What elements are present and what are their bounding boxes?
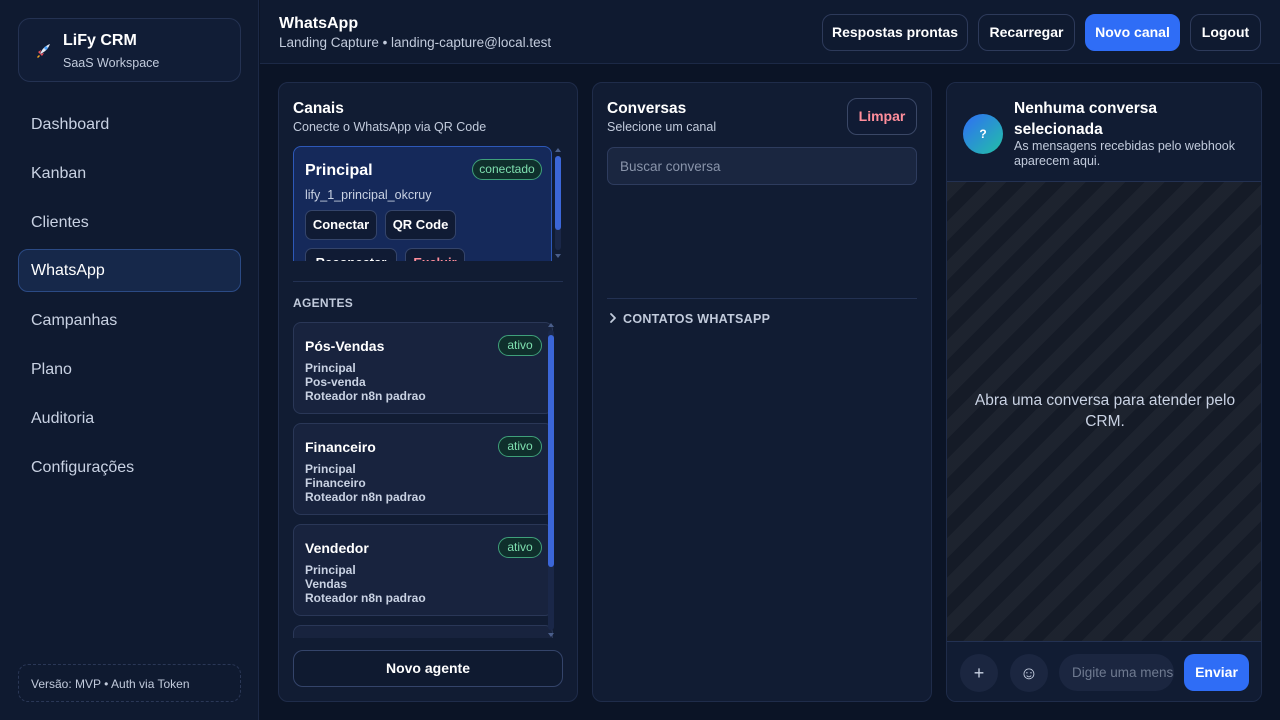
scroll-down-icon[interactable] xyxy=(555,254,561,258)
agent-list: Pós-Vendas ativo Principal Pos-venda Rot… xyxy=(293,322,555,638)
sidebar-item-clientes[interactable]: Clientes xyxy=(18,201,241,244)
scroll-down-icon[interactable] xyxy=(548,633,554,637)
status-badge: ativo xyxy=(498,335,542,356)
agent-department: Financeiro xyxy=(305,476,366,490)
sidebar-item-plano[interactable]: Plano xyxy=(18,348,241,391)
reconnect-button[interactable]: Reconectar xyxy=(305,248,397,261)
message-input[interactable] xyxy=(1059,654,1174,691)
send-button[interactable]: Enviar xyxy=(1184,654,1249,691)
agent-channel: Principal xyxy=(305,462,356,476)
agent-card[interactable]: Vendedor ativo Principal Vendas Roteador… xyxy=(293,524,553,616)
scroll-up-icon[interactable] xyxy=(555,148,561,152)
chat-body: Abra uma conversa para atender pelo CRM. xyxy=(947,182,1261,641)
brand-title: LiFy CRM xyxy=(63,32,137,49)
sidebar-item-configuracoes[interactable]: Configurações xyxy=(18,446,241,489)
agent-scrollbar[interactable] xyxy=(548,330,554,630)
page-subtitle: Landing Capture • landing-capture@local.… xyxy=(279,35,552,50)
sidebar-item-campanhas[interactable]: Campanhas xyxy=(18,299,241,342)
channel-id: lify_1_principal_okcruy xyxy=(305,188,432,202)
connect-button[interactable]: Conectar xyxy=(305,210,377,240)
conversations-title: Conversas xyxy=(607,100,687,117)
sidebar: LiFy CRM SaaS Workspace Dashboard Kanban… xyxy=(0,0,259,720)
status-badge: ativo xyxy=(498,537,542,558)
chat-subtitle: As mensagens recebidas pelo webhook apar… xyxy=(1014,139,1235,168)
quick-replies-button[interactable]: Respostas prontas xyxy=(822,14,968,51)
logout-button[interactable]: Logout xyxy=(1190,14,1261,51)
channels-title: Canais xyxy=(293,100,344,117)
agent-card[interactable]: Financeiro ativo Principal Financeiro Ro… xyxy=(293,423,553,515)
agent-department: Pos-venda xyxy=(305,375,366,389)
chat-composer: + ☺ Enviar xyxy=(947,641,1261,701)
agent-router: Roteador n8n padrao xyxy=(305,490,426,504)
conversations-panel: Conversas Selecione um canal Limpar CONT… xyxy=(592,82,932,702)
conversations-subtitle: Selecione um canal xyxy=(607,120,717,134)
scrollbar-thumb[interactable] xyxy=(555,156,561,230)
rocket-icon xyxy=(37,44,50,58)
version-info: Versão: MVP • Auth via Token xyxy=(18,664,241,702)
channel-scrollbar[interactable] xyxy=(555,156,561,250)
agent-router: Roteador n8n padrao xyxy=(305,591,426,605)
agent-channel: Principal xyxy=(305,361,356,375)
page-title: WhatsApp xyxy=(279,15,359,32)
agent-name: Financeiro xyxy=(305,439,376,455)
scroll-up-icon[interactable] xyxy=(548,323,554,327)
avatar: ? xyxy=(963,114,1003,154)
page-header: WhatsApp Landing Capture • landing-captu… xyxy=(260,0,1280,64)
agents-label: AGENTES xyxy=(293,296,354,310)
delete-button[interactable]: Excluir xyxy=(405,248,465,261)
agent-router: Roteador n8n padrao xyxy=(305,389,426,403)
chat-panel: ? Nenhuma conversa selecionada As mensag… xyxy=(946,82,1262,702)
channels-subtitle: Conecte o WhatsApp via QR Code xyxy=(293,120,487,134)
channels-panel: Canais Conecte o WhatsApp via QR Code Pr… xyxy=(278,82,578,702)
sidebar-item-auditoria[interactable]: Auditoria xyxy=(18,397,241,440)
sidebar-item-whatsapp[interactable]: WhatsApp xyxy=(18,249,241,292)
search-input[interactable] xyxy=(607,147,917,185)
channel-name: Principal xyxy=(305,162,373,179)
status-badge: ativo xyxy=(498,436,542,457)
sidebar-item-dashboard[interactable]: Dashboard xyxy=(18,103,241,146)
emoji-icon[interactable]: ☺ xyxy=(1010,654,1048,692)
agent-name: Pós-Vendas xyxy=(305,338,385,354)
sidebar-item-kanban[interactable]: Kanban xyxy=(18,152,241,195)
reload-button[interactable]: Recarregar xyxy=(978,14,1075,51)
qr-code-button[interactable]: QR Code xyxy=(385,210,456,240)
scrollbar-thumb[interactable] xyxy=(548,335,554,567)
brand-subtitle: SaaS Workspace xyxy=(63,56,160,70)
status-badge: conectado xyxy=(472,159,542,180)
channel-card[interactable]: Principal conectado lify_1_principal_okc… xyxy=(293,146,552,261)
agent-card[interactable] xyxy=(293,625,553,638)
contacts-toggle[interactable]: CONTATOS WHATSAPP xyxy=(607,312,770,328)
new-channel-button[interactable]: Novo canal xyxy=(1085,14,1180,51)
agent-card[interactable]: Pós-Vendas ativo Principal Pos-venda Rot… xyxy=(293,322,553,414)
channel-list: Principal conectado lify_1_principal_okc… xyxy=(293,146,563,261)
attach-icon[interactable]: + xyxy=(960,654,998,692)
new-agent-button[interactable]: Novo agente xyxy=(293,650,563,687)
agent-name: Vendedor xyxy=(305,540,369,556)
chevron-right-icon xyxy=(610,313,616,323)
contacts-label: CONTATOS WHATSAPP xyxy=(623,312,771,326)
empty-state-message: Abra uma conversa para atender pelo CRM. xyxy=(974,392,1236,430)
agent-channel: Principal xyxy=(305,563,356,577)
divider xyxy=(293,281,563,282)
clear-button[interactable]: Limpar xyxy=(847,98,917,135)
brand[interactable]: LiFy CRM SaaS Workspace xyxy=(18,18,241,82)
agent-department: Vendas xyxy=(305,577,348,591)
divider xyxy=(607,298,917,299)
chat-title: Nenhuma conversa selecionada xyxy=(1014,100,1157,138)
chat-header: ? Nenhuma conversa selecionada As mensag… xyxy=(947,83,1261,182)
